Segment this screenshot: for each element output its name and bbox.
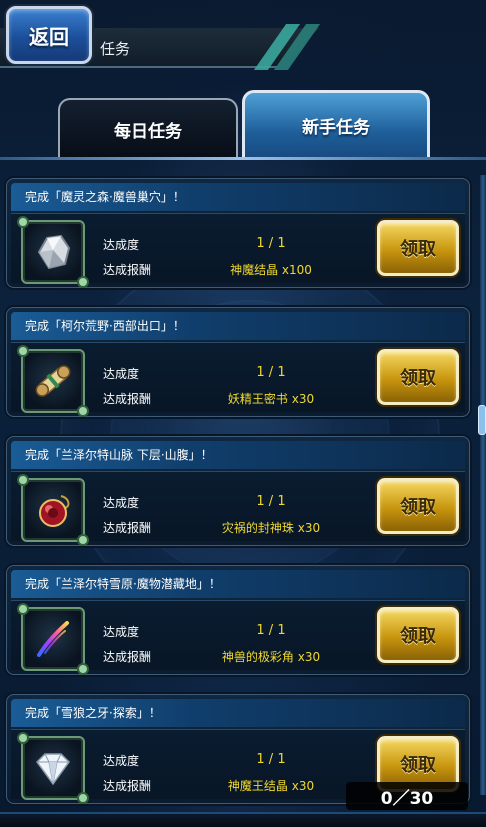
header: 任务 返回 xyxy=(0,0,486,92)
reward-item-frame[interactable] xyxy=(17,603,89,675)
task-title: 完成「魔灵之森·魔兽巢穴」！ xyxy=(11,183,465,211)
task-card: 完成「兰泽尔特雪原·魔物潜藏地」！ 达成度 达成报酬 1 / 1 神兽的极彩角 … xyxy=(6,565,470,675)
crystal-ore-icon xyxy=(37,234,71,270)
task-title: 完成「兰泽尔特山脉 下层·山腹」！ xyxy=(11,441,465,469)
frame-corner xyxy=(17,216,29,228)
claim-button[interactable]: 领取 xyxy=(377,478,459,534)
reward-label: 达成报酬 xyxy=(103,392,152,406)
reward-value: 妖精王密书 x30 xyxy=(227,392,315,406)
progress-value: 1 / 1 xyxy=(256,236,286,251)
page-title: 任务 xyxy=(100,40,131,58)
task-title: 完成「雪狼之牙·探索」！ xyxy=(11,699,465,727)
task-title: 完成「柯尔荒野·西部出口」！ xyxy=(11,312,465,340)
reward-item-frame[interactable] xyxy=(17,345,89,417)
diamond-icon xyxy=(36,753,70,786)
frame-corner xyxy=(17,474,29,486)
progress-label: 达成度 xyxy=(103,625,140,639)
progress-label: 达成度 xyxy=(103,496,140,510)
task-card: 完成「魔灵之森·魔兽巢穴」！ 达成度 达成报酬 1 / 1 神魔结晶 x100 … xyxy=(6,178,470,288)
claim-button[interactable]: 领取 xyxy=(377,349,459,405)
reward-label: 达成报酬 xyxy=(103,263,152,277)
frame-corner xyxy=(77,534,89,546)
reward-item-frame[interactable] xyxy=(17,216,89,288)
reward-label: 达成报酬 xyxy=(103,650,152,664)
claim-button[interactable]: 领取 xyxy=(377,220,459,276)
reward-label: 达成报酬 xyxy=(103,779,152,793)
progress-label: 达成度 xyxy=(103,754,140,768)
task-body: 达成度 达成报酬 1 / 1 神兽的极彩角 x30 领取 xyxy=(11,600,465,675)
scroll-icon xyxy=(35,365,71,397)
frame-corner xyxy=(17,345,29,357)
frame-corner xyxy=(17,732,29,744)
claim-button[interactable]: 领取 xyxy=(377,607,459,663)
task-title: 完成「兰泽尔特雪原·魔物潜藏地」！ xyxy=(11,570,465,598)
red-orb-icon xyxy=(39,495,70,527)
reward-value: 神兽的极彩角 x30 xyxy=(221,650,321,664)
task-card: 完成「兰泽尔特山脉 下层·山腹」！ 达成度 达成报酬 1 / 1 灾祸的封神珠 … xyxy=(6,436,470,546)
frame-corner xyxy=(77,276,89,288)
reward-item-frame[interactable] xyxy=(17,732,89,804)
frame-corner xyxy=(17,603,29,615)
frame-corner xyxy=(77,663,89,675)
tab-newbie-tasks[interactable]: 新手任务 xyxy=(242,90,430,158)
scrollbar-track[interactable] xyxy=(480,175,486,795)
reward-value: 灾祸的封神珠 x30 xyxy=(221,521,321,535)
reward-item-frame[interactable] xyxy=(17,474,89,546)
tab-daily-tasks[interactable]: 每日任务 xyxy=(58,98,238,158)
frame-corner xyxy=(77,405,89,417)
progress-value: 1 / 1 xyxy=(256,365,286,380)
task-card: 完成「柯尔荒野·西部出口」！ 达成度 达成报酬 1 / 1 妖精王密书 x30 … xyxy=(6,307,470,417)
task-body: 达成度 达成报酬 1 / 1 神魔结晶 x100 领取 xyxy=(11,213,465,288)
progress-value: 1 / 1 xyxy=(256,752,286,767)
bottom-bar xyxy=(0,812,486,827)
task-body: 达成度 达成报酬 1 / 1 妖精王密书 x30 领取 xyxy=(11,342,465,417)
task-list[interactable]: 完成「魔灵之森·魔兽巢穴」！ 达成度 达成报酬 1 / 1 神魔结晶 x100 … xyxy=(0,160,486,827)
progress-label: 达成度 xyxy=(103,367,140,381)
reward-label: 达成报酬 xyxy=(103,521,152,535)
progress-value: 1 / 1 xyxy=(256,623,286,638)
task-counter: 0／30 xyxy=(346,782,468,810)
task-body: 达成度 达成报酬 1 / 1 灾祸的封神珠 x30 领取 xyxy=(11,471,465,546)
back-button[interactable]: 返回 xyxy=(6,6,92,64)
progress-value: 1 / 1 xyxy=(256,494,286,509)
reward-value: 神魔结晶 x100 xyxy=(230,263,312,277)
rainbow-horn-icon xyxy=(37,621,69,657)
progress-label: 达成度 xyxy=(103,238,140,252)
frame-corner xyxy=(77,792,89,804)
scrollbar-thumb[interactable] xyxy=(478,405,486,435)
